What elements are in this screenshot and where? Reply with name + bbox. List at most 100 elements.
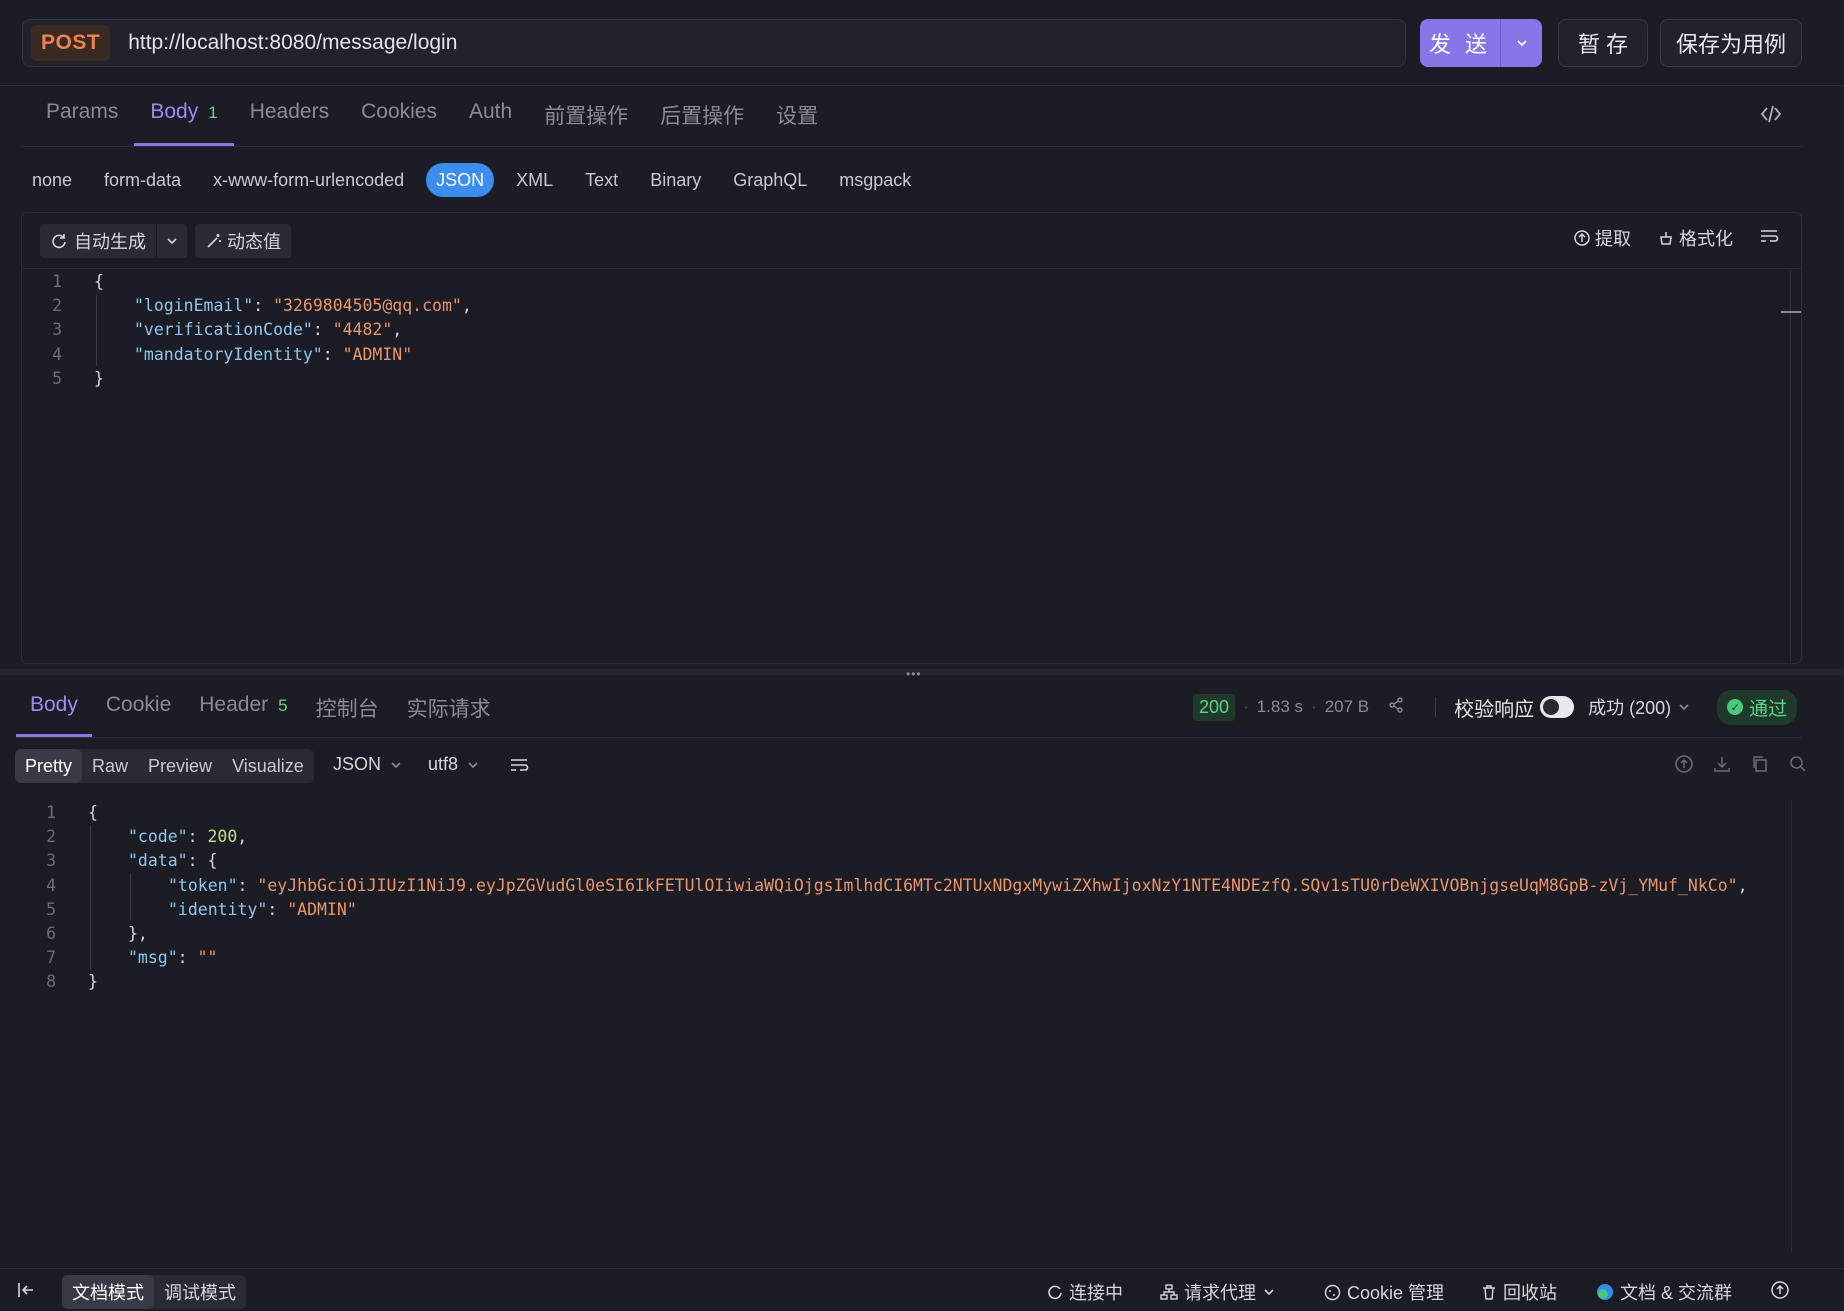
- debug-mode-button[interactable]: 调试模式: [154, 1275, 246, 1309]
- tab-label: 实际请求: [406, 698, 491, 721]
- token: {: [94, 272, 104, 291]
- url-bar[interactable]: POST http://localhost:8080/message/login: [22, 19, 1406, 67]
- tab-cookies[interactable]: Cookies: [345, 100, 453, 146]
- line-number: 1: [52, 272, 62, 291]
- mode-switcher: 文档模式 调试模式: [62, 1275, 246, 1309]
- body-type-xml[interactable]: XML: [506, 163, 563, 197]
- body-type-json[interactable]: JSON: [426, 163, 495, 197]
- recycle-bin-button[interactable]: 回收站: [1481, 1279, 1557, 1305]
- response-tab-3[interactable]: 控制台: [302, 693, 393, 737]
- body-type-graphql[interactable]: GraphQL: [723, 163, 817, 197]
- send-dropdown-button[interactable]: [1500, 19, 1542, 67]
- panel-resize-handle[interactable]: •••: [0, 667, 1844, 681]
- body-type-binary[interactable]: Binary: [640, 163, 711, 197]
- code-icon[interactable]: [1760, 104, 1782, 130]
- view-mode-preview[interactable]: Preview: [138, 749, 222, 783]
- encoding-dropdown[interactable]: utf8: [428, 754, 480, 775]
- tab-设置[interactable]: 设置: [760, 100, 834, 146]
- method-selector[interactable]: POST: [31, 25, 111, 61]
- tab-label: Headers: [249, 100, 330, 123]
- token: :: [322, 344, 343, 364]
- wrap-lines-icon[interactable]: [1759, 227, 1779, 250]
- body-type-x-www-form-urlencoded[interactable]: x-www-form-urlencoded: [203, 163, 414, 197]
- check-icon: ✓: [1727, 699, 1744, 715]
- body-type-none[interactable]: none: [22, 163, 82, 197]
- tab-params[interactable]: Params: [30, 100, 134, 146]
- chevron-down-icon: [391, 761, 401, 768]
- copy-icon[interactable]: [1750, 754, 1770, 779]
- collapse-sidebar-icon[interactable]: [16, 1281, 36, 1305]
- tab-label: Header: [199, 693, 269, 716]
- editor-actions: 提取 格式化: [1573, 225, 1779, 251]
- result-dropdown[interactable]: 成功 (200): [1588, 694, 1691, 720]
- body-type-msgpack[interactable]: msgpack: [829, 163, 921, 197]
- code-text: }: [94, 367, 104, 391]
- token: "code": [128, 827, 188, 847]
- proxy-dropdown[interactable]: 请求代理: [1160, 1279, 1276, 1305]
- tab-headers[interactable]: Headers: [234, 100, 345, 146]
- status-footer: 文档模式 调试模式 连接中 请求代理 Cookie 管理 回收站 文档 & 交流…: [0, 1268, 1844, 1311]
- body-type-text[interactable]: Text: [575, 163, 628, 197]
- tab-count-badge: 5: [278, 696, 288, 715]
- url-input[interactable]: http://localhost:8080/message/login: [128, 31, 457, 55]
- cookie-icon: [1324, 1284, 1341, 1300]
- tab-label: 前置操作: [544, 105, 629, 128]
- upload-icon[interactable]: [1674, 754, 1694, 779]
- line-number: 2: [52, 296, 62, 316]
- save-as-case-button[interactable]: 保存为用例: [1660, 19, 1802, 67]
- code-text: "loginEmail": "3269804505@qq.com",: [134, 294, 472, 318]
- connection-status[interactable]: 连接中: [1047, 1279, 1123, 1305]
- response-tab-0[interactable]: Body: [16, 693, 92, 737]
- request-tabs: Params Body 1 Headers Cookies Auth 前置操作 后置操作 设置: [30, 100, 834, 146]
- validate-response-toggle[interactable]: [1540, 696, 1575, 718]
- download-icon[interactable]: [1712, 754, 1732, 779]
- extract-button[interactable]: 提取: [1573, 225, 1631, 251]
- token: 200: [207, 827, 238, 847]
- code-text: }: [88, 970, 98, 994]
- line-number: 7: [46, 948, 56, 968]
- auto-generate-dropdown[interactable]: [156, 223, 187, 258]
- format-button[interactable]: 格式化: [1657, 225, 1733, 251]
- token: "": [197, 948, 218, 968]
- response-scrollbar[interactable]: [1791, 800, 1792, 1252]
- view-mode-raw[interactable]: Raw: [82, 749, 138, 783]
- code-text: {: [94, 270, 104, 294]
- chevron-down-icon: [1264, 1289, 1274, 1296]
- tab-body[interactable]: Body 1: [134, 100, 234, 146]
- tab-label: Cookie: [105, 693, 172, 716]
- chevron-down-icon: [167, 237, 177, 244]
- stash-button[interactable]: 暂 存: [1558, 19, 1648, 67]
- dynamic-value-label: 动态值: [227, 231, 281, 252]
- send-button[interactable]: 发 送: [1420, 19, 1500, 67]
- docs-community-button[interactable]: 文档 & 交流群: [1596, 1279, 1732, 1305]
- recycle-bin-label: 回收站: [1503, 1283, 1557, 1303]
- token: "token": [168, 875, 238, 895]
- response-tab-2[interactable]: Header 5: [185, 693, 301, 737]
- response-tab-4[interactable]: 实际请求: [393, 693, 505, 737]
- tab-auth[interactable]: Auth: [453, 100, 528, 146]
- tab-后置操作[interactable]: 后置操作: [644, 100, 760, 146]
- format-dropdown[interactable]: JSON: [333, 754, 403, 775]
- chevron-down-icon: [1516, 40, 1527, 47]
- search-icon[interactable]: [1788, 754, 1808, 779]
- token: "identity": [168, 899, 268, 919]
- view-mode-pretty[interactable]: Pretty: [15, 749, 83, 783]
- tab-前置操作[interactable]: 前置操作: [528, 100, 644, 146]
- pass-label: 通过: [1749, 698, 1788, 720]
- token: "mandatoryIdentity": [134, 344, 323, 364]
- result-dropdown-label: 成功 (200): [1588, 698, 1672, 718]
- body-type-form-data[interactable]: form-data: [94, 163, 191, 197]
- doc-mode-button[interactable]: 文档模式: [62, 1275, 154, 1309]
- auto-generate-button[interactable]: 自动生成: [40, 223, 156, 258]
- token: "loginEmail": [134, 296, 254, 316]
- share-icon[interactable]: [1387, 696, 1405, 719]
- dynamic-value-button[interactable]: 动态值: [195, 223, 291, 258]
- wrap-lines-icon[interactable]: [509, 756, 529, 780]
- token: "ADMIN": [342, 344, 413, 364]
- trash-icon: [1483, 1284, 1495, 1300]
- view-mode-visualize[interactable]: Visualize: [222, 749, 314, 783]
- editor-scrollbar[interactable]: [1790, 270, 1791, 662]
- upload-icon[interactable]: [1770, 1280, 1790, 1306]
- cookie-manager-button[interactable]: Cookie 管理: [1324, 1279, 1444, 1305]
- response-tab-1[interactable]: Cookie: [92, 693, 185, 737]
